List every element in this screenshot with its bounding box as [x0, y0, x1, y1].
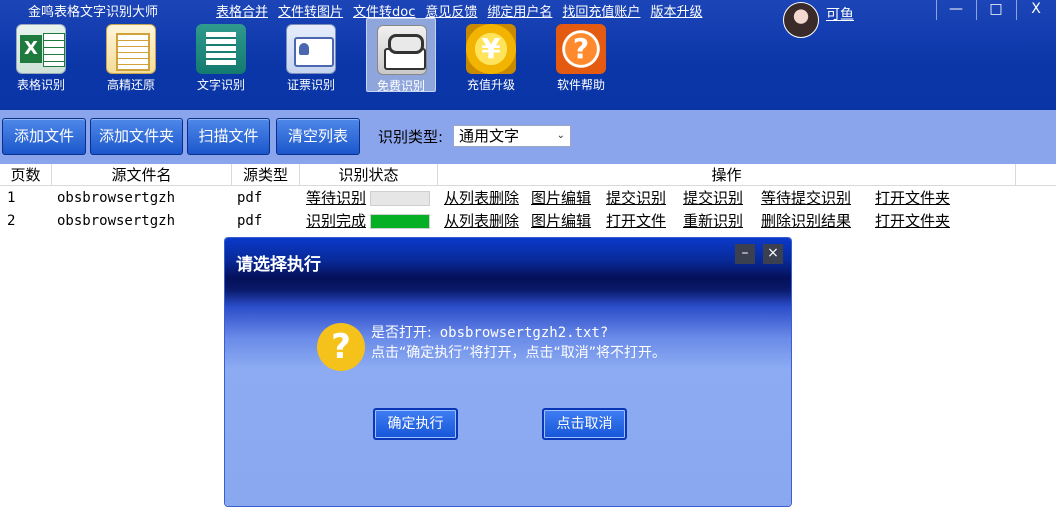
remove-from-list-link[interactable]: 从列表删除: [444, 187, 519, 209]
submit-recognition-link[interactable]: 提交识别: [683, 187, 743, 209]
document-restore-icon: [106, 24, 156, 74]
col-page[interactable]: 页数: [0, 164, 52, 186]
id-card-icon: [286, 24, 336, 74]
username-link[interactable]: 可鱼: [826, 4, 854, 24]
dialog-message-line1: 是否打开: obsbrowsertgzh2.txt?: [371, 322, 608, 342]
status-link[interactable]: 等待识别: [306, 187, 366, 209]
dialog-minimize-button[interactable]: –: [735, 244, 755, 264]
toolbar-free-ocr[interactable]: 免费识别: [366, 18, 436, 93]
target-filename: obsbrowsertgzh2.txt?: [439, 325, 609, 341]
toolbar-label: 免费识别: [376, 79, 425, 93]
confirm-dialog: 请选择执行 – × ? 是否打开: obsbrowsertgzh2.txt? 点击…: [225, 238, 791, 506]
dialog-message-line2: 点击“确定执行”将打开，点击“取消”将不打开。: [371, 345, 667, 361]
maximize-button[interactable]: □: [977, 0, 1015, 20]
open-folder-link[interactable]: 打开文件夹: [875, 187, 950, 209]
recognition-type-select[interactable]: 通用文字 ⌄: [453, 125, 571, 147]
question-icon: ?: [317, 323, 365, 371]
minimize-button[interactable]: —: [937, 0, 975, 20]
add-folder-button[interactable]: 添加文件夹: [90, 118, 183, 155]
recognition-type-value: 通用文字: [459, 127, 520, 145]
toolbar-label: 高精还原: [106, 78, 155, 92]
scan-file-button[interactable]: 扫描文件: [187, 118, 270, 155]
toolbar-help[interactable]: 软件帮助: [546, 18, 616, 92]
re-recognize-link[interactable]: 重新识别: [683, 210, 743, 232]
chevron-down-icon: ⌄: [556, 130, 565, 141]
toolbar-id-ocr[interactable]: 证票识别: [276, 18, 346, 92]
dialog-title: 请选择执行: [236, 255, 321, 275]
excel-icon: [16, 24, 66, 74]
toolbar-label: 证票识别: [286, 78, 335, 92]
table-header: 页数 源文件名 源类型 识别状态 操作: [0, 164, 1056, 186]
toolbar-recharge[interactable]: 充值升级: [456, 18, 526, 92]
help-icon: [556, 24, 606, 74]
app-window: 金鸣表格文字识别大师 表格合并 文件转图片 文件转doc 意见反馈 绑定用户名 …: [0, 0, 1056, 528]
source-type: pdf: [237, 190, 263, 206]
edit-image-link[interactable]: 图片编辑: [531, 187, 591, 209]
toolbar-label: 软件帮助: [556, 78, 605, 92]
submit-recognition-link[interactable]: 提交识别: [606, 187, 666, 209]
cancel-button[interactable]: 点击取消: [542, 408, 627, 440]
open-prompt-label: 是否打开:: [371, 325, 432, 341]
yen-coin-icon: [466, 24, 516, 74]
text-document-icon: [196, 24, 246, 74]
progress-bar: [370, 214, 430, 229]
close-window-button[interactable]: X: [1017, 0, 1055, 20]
col-status[interactable]: 识别状态: [300, 164, 438, 186]
table-row[interactable]: 1 obsbrowsertgzh pdf 等待识别 从列表删除 图片编辑 提交识…: [0, 187, 1056, 209]
col-filename[interactable]: 源文件名: [52, 164, 232, 186]
title-toolbar-band: 金鸣表格文字识别大师 表格合并 文件转图片 文件转doc 意见反馈 绑定用户名 …: [0, 0, 1056, 110]
delete-result-link[interactable]: 删除识别结果: [761, 210, 851, 232]
confirm-button[interactable]: 确定执行: [373, 408, 458, 440]
remove-from-list-link[interactable]: 从列表删除: [444, 210, 519, 232]
source-type: pdf: [237, 213, 263, 229]
progress-bar: [370, 191, 430, 206]
open-folder-link[interactable]: 打开文件夹: [875, 210, 950, 232]
source-filename: obsbrowsertgzh: [57, 190, 176, 206]
open-file-link[interactable]: 打开文件: [606, 210, 666, 232]
col-type[interactable]: 源类型: [232, 164, 300, 186]
toolbar-text-ocr[interactable]: 文字识别: [186, 18, 256, 92]
link-upgrade[interactable]: 版本升级: [650, 1, 702, 20]
toolbar-label: 表格识别: [16, 78, 65, 92]
source-filename: obsbrowsertgzh: [57, 213, 176, 229]
toolbar-label: 充值升级: [466, 78, 515, 92]
toolbar-hi-precision[interactable]: 高精还原: [96, 18, 166, 92]
progress-fill: [371, 215, 429, 228]
page-number: 2: [7, 213, 16, 229]
dialog-close-button[interactable]: ×: [763, 244, 783, 264]
edit-image-link[interactable]: 图片编辑: [531, 210, 591, 232]
toolbar-label: 文字识别: [196, 78, 245, 92]
clear-list-button[interactable]: 清空列表: [276, 118, 360, 155]
action-bar: 添加文件 添加文件夹 扫描文件 清空列表 识别类型: 通用文字 ⌄: [0, 110, 1056, 164]
table-row[interactable]: 2 obsbrowsertgzh pdf 识别完成 从列表删除 图片编辑 打开文…: [0, 210, 1056, 232]
toolbar-table-ocr[interactable]: 表格识别: [6, 18, 76, 92]
recognition-type-label: 识别类型:: [378, 128, 444, 146]
book-icon: [377, 25, 427, 75]
page-number: 1: [7, 190, 16, 206]
add-file-button[interactable]: 添加文件: [2, 118, 86, 155]
col-operations[interactable]: 操作: [438, 164, 1016, 186]
pending-submit-link[interactable]: 等待提交识别: [761, 187, 851, 209]
avatar[interactable]: [783, 2, 819, 38]
status-link[interactable]: 识别完成: [306, 210, 366, 232]
